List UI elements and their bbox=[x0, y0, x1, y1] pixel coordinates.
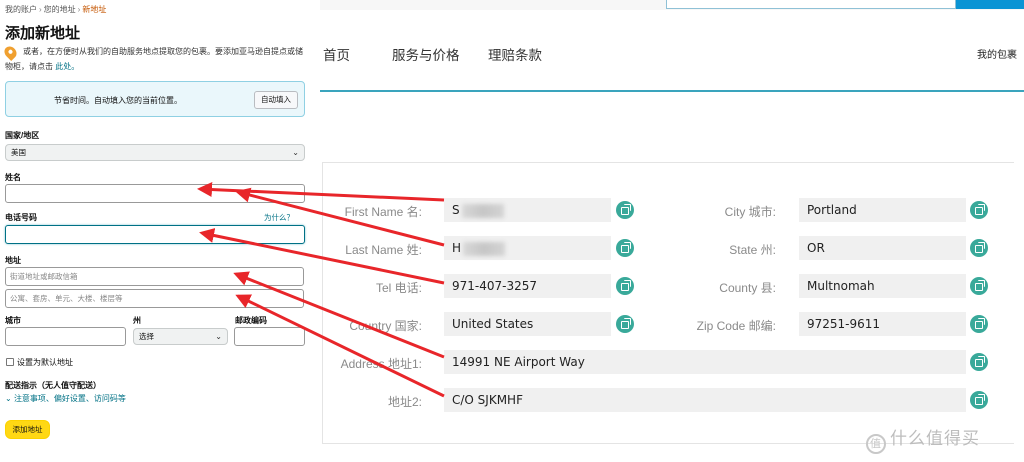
state-value: OR bbox=[799, 236, 966, 260]
nav-divider bbox=[320, 90, 1024, 92]
autofill-location-box: 节省时间。自动填入您的当前位置。 自动填入 bbox=[5, 81, 305, 117]
country-select[interactable]: 美国 ⌄ bbox=[5, 144, 305, 161]
phone-why-link[interactable]: 为什么？ bbox=[264, 212, 294, 223]
breadcrumb-addresses[interactable]: 您的地址 bbox=[44, 5, 76, 14]
search-button[interactable] bbox=[956, 0, 1024, 9]
city-label: 城市 bbox=[5, 316, 21, 325]
address-line2-input[interactable]: 公寓、套房、单元、大楼、楼层等 bbox=[5, 289, 304, 308]
delivery-instructions-link[interactable]: ⌄ 注意事项、偏好设置、访问码等 bbox=[5, 393, 126, 404]
autofill-message: 节省时间。自动填入您的当前位置。 bbox=[54, 96, 182, 105]
page-title: 添加新地址 bbox=[5, 25, 81, 42]
tel-label: Tel 电话: bbox=[375, 281, 422, 295]
redacted-blur bbox=[463, 241, 506, 256]
address2-value: C/O SJKMHF bbox=[444, 388, 966, 412]
add-address-button[interactable]: 添加地址 bbox=[5, 420, 50, 439]
country-value: United States bbox=[444, 312, 611, 336]
default-address-label: 设置为默认地址 bbox=[17, 358, 73, 367]
address1-label: Address 地址1: bbox=[340, 357, 422, 371]
tel-value: 971-407-3257 bbox=[444, 274, 611, 298]
copy-icon[interactable] bbox=[970, 391, 988, 409]
copy-icon[interactable] bbox=[616, 239, 634, 257]
search-input[interactable] bbox=[666, 0, 956, 9]
first-name-value: S bbox=[444, 198, 611, 222]
city-value: Portland bbox=[799, 198, 966, 222]
address-label: 地址 bbox=[5, 256, 21, 265]
breadcrumb-account[interactable]: 我的账户 bbox=[5, 5, 37, 14]
copy-icon[interactable] bbox=[616, 277, 634, 295]
nav-services[interactable]: 服务与价格 bbox=[392, 44, 460, 64]
zip-label: 邮政编码 bbox=[235, 316, 267, 325]
city-field-label: City 城市: bbox=[724, 205, 776, 219]
autofill-button[interactable]: 自动填入 bbox=[254, 91, 298, 109]
city-input[interactable] bbox=[5, 327, 126, 346]
watermark: 值什么值得买 bbox=[866, 424, 980, 454]
county-field-label: County 县: bbox=[719, 281, 776, 295]
redacted-blur bbox=[461, 203, 504, 218]
copy-icon[interactable] bbox=[970, 353, 988, 371]
zip-value: 97251-9611 bbox=[799, 312, 966, 336]
country-field-label: Country 国家: bbox=[349, 319, 422, 333]
breadcrumb: 我的账户 › 您的地址 › 新地址 bbox=[5, 5, 107, 14]
first-name-label: First Name 名: bbox=[344, 205, 422, 219]
name-label: 姓名 bbox=[5, 173, 21, 182]
country-label: 国家/地区 bbox=[5, 131, 40, 140]
zip-input[interactable] bbox=[234, 327, 305, 346]
copy-icon[interactable] bbox=[616, 315, 634, 333]
state-select[interactable]: 选择 ⌄ bbox=[133, 328, 228, 345]
copy-icon[interactable] bbox=[970, 277, 988, 295]
copy-icon[interactable] bbox=[970, 201, 988, 219]
breadcrumb-new-address: 新地址 bbox=[82, 5, 107, 14]
state-label: 州 bbox=[133, 316, 141, 325]
copy-icon[interactable] bbox=[970, 315, 988, 333]
my-parcels-link[interactable]: 我的包裹 bbox=[977, 46, 1017, 61]
chevron-down-icon: ⌄ bbox=[215, 332, 222, 341]
amazon-address-panel: 我的账户 › 您的地址 › 新地址 添加新地址 或者，在方便时从我们的自助服务地点提取您… bbox=[0, 0, 318, 462]
name-input[interactable] bbox=[5, 184, 305, 203]
site-topbar bbox=[320, 0, 1024, 10]
delivery-heading: 配送指示（无人值守配送） bbox=[5, 381, 101, 390]
caret-icon: ⌄ bbox=[5, 394, 12, 403]
nav-claims[interactable]: 理赔条款 bbox=[488, 44, 542, 64]
default-address-checkbox[interactable] bbox=[6, 358, 14, 366]
state-field-label: State 州: bbox=[729, 243, 776, 257]
copy-icon[interactable] bbox=[970, 239, 988, 257]
phone-input[interactable] bbox=[5, 225, 305, 244]
address2-label: 地址2: bbox=[387, 395, 422, 409]
pickup-link[interactable]: 此处。 bbox=[55, 62, 79, 71]
address-line1-input[interactable]: 街道地址或邮政信箱 bbox=[5, 267, 304, 286]
zip-field-label: Zip Code 邮编: bbox=[696, 319, 776, 333]
address1-value: 14991 NE Airport Way bbox=[444, 350, 966, 374]
county-value: Multnomah bbox=[799, 274, 966, 298]
copy-icon[interactable] bbox=[616, 201, 634, 219]
smzdm-logo-icon: 值 bbox=[866, 434, 886, 454]
chevron-down-icon: ⌄ bbox=[292, 148, 299, 157]
pickup-notice: 或者，在方便时从我们的自助服务地点提取您的包裹。要添加亚马逊自提点或储物柜，请点… bbox=[5, 47, 303, 71]
last-name-label: Last Name 姓: bbox=[345, 243, 422, 257]
phone-label: 电话号码 bbox=[5, 213, 37, 222]
nav-home[interactable]: 首页 bbox=[323, 44, 350, 64]
last-name-value: H bbox=[444, 236, 611, 260]
